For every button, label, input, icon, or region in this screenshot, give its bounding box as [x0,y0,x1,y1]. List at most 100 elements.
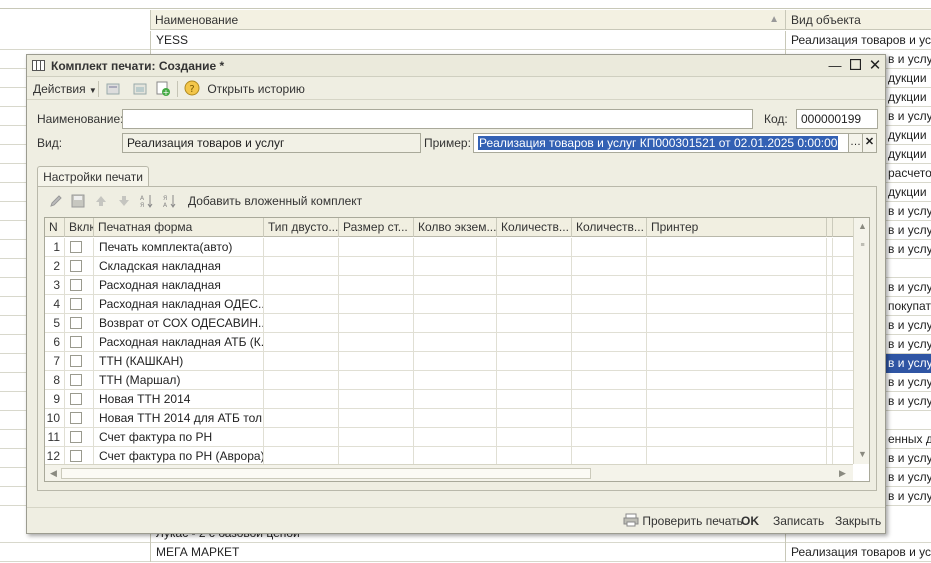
row-cell[interactable] [572,257,647,276]
grid-row[interactable]: 6 Расходная накладная АТБ (К... [45,333,853,352]
row-cell[interactable] [647,352,827,371]
enabled-checkbox[interactable] [70,260,82,272]
grid-row[interactable]: 3 Расходная накладная [45,276,853,295]
row-cell[interactable] [647,314,827,333]
open-history-button[interactable]: ? Открыть историю [184,80,305,98]
row-cell[interactable] [339,352,414,371]
move-down-icon[interactable] [116,193,132,209]
enabled-checkbox[interactable] [70,336,82,348]
grid-row[interactable]: 7 ТТН (КАШКАН) [45,352,853,371]
row-cell[interactable] [339,295,414,314]
enabled-checkbox[interactable] [70,393,82,405]
grid-row[interactable]: 10 Новая ТТН 2014 для АТБ тол... [45,409,853,428]
clear-button[interactable]: ✕ [862,133,877,153]
row-cell[interactable] [497,352,572,371]
structure-icon[interactable] [131,80,149,98]
enabled-checkbox[interactable] [70,298,82,310]
grid-header-col-page-size[interactable]: Размер ст... [339,218,414,237]
column-header-name[interactable]: Наименование ▲ [150,10,786,30]
row-cell[interactable] [264,352,339,371]
grid-row[interactable]: 9 Новая ТТН 2014 [45,390,853,409]
row-cell[interactable] [339,314,414,333]
row-cell[interactable] [647,257,827,276]
enabled-checkbox[interactable] [70,355,82,367]
row-cell[interactable] [497,295,572,314]
grid-row[interactable]: 11 Счет фактура по РН [45,428,853,447]
minimize-button[interactable]: — [827,58,843,74]
enabled-checkbox[interactable] [70,241,82,253]
grid-header-col-count-2[interactable]: Количеств... [572,218,647,237]
row-cell[interactable] [339,371,414,390]
actions-menu[interactable]: Действия ▼ [33,80,97,98]
row-cell[interactable] [647,238,827,257]
column-header-type[interactable]: Вид объекта [787,10,931,30]
grid-row[interactable]: 1 Печать комплекта(авто) [45,238,853,257]
row-cell[interactable] [572,238,647,257]
check-print-button[interactable]: Проверить печать [623,512,743,530]
row-cell[interactable] [827,390,833,409]
tab-print-settings[interactable]: Настройки печати [37,166,149,187]
grid-row[interactable]: 8 ТТН (Маршал) [45,371,853,390]
row-cell[interactable] [572,390,647,409]
row-cell[interactable] [414,352,497,371]
row-cell[interactable] [414,428,497,447]
row-cell[interactable] [647,333,827,352]
row-cell[interactable] [497,276,572,295]
save-icon[interactable] [70,193,86,209]
row-cell[interactable] [572,295,647,314]
row-cell[interactable] [827,238,833,257]
row-cell[interactable] [339,257,414,276]
row-cell[interactable] [827,428,833,447]
kind-field[interactable]: Реализация товаров и услуг [122,133,421,153]
row-cell[interactable] [414,333,497,352]
row-cell[interactable] [572,352,647,371]
row-cell[interactable] [414,409,497,428]
grid-header-col-duplex-type[interactable]: Тип двусто... [264,218,339,237]
row-cell[interactable] [497,409,572,428]
row-cell[interactable] [339,333,414,352]
post-doc-icon[interactable] [104,80,122,98]
grid-header-col-extra[interactable] [827,218,833,237]
scroll-down-icon[interactable]: ▼ [855,447,869,462]
row-cell[interactable] [414,238,497,257]
row-cell[interactable] [414,314,497,333]
row-cell[interactable] [497,333,572,352]
grid-vertical-scrollbar[interactable]: ▲ ≡ ▼ [853,218,869,464]
row-cell[interactable] [572,314,647,333]
row-cell[interactable] [827,257,833,276]
close-window-button[interactable]: ✕ [867,58,883,74]
grid-header-col-printer[interactable]: Принтер [647,218,827,237]
row-cell[interactable] [497,371,572,390]
ok-button[interactable]: OK [741,512,759,530]
row-cell[interactable] [497,428,572,447]
row-cell[interactable] [647,409,827,428]
example-field[interactable]: Реализация товаров и услуг КП000301521 о… [473,133,849,153]
row-cell[interactable] [497,314,572,333]
row-cell[interactable] [572,428,647,447]
code-field[interactable]: 000000199 [796,109,878,129]
row-cell[interactable] [264,390,339,409]
row-cell[interactable] [264,295,339,314]
row-cell[interactable] [497,390,572,409]
copy-doc-icon[interactable]: + [154,80,172,98]
background-list-row[interactable]: YESS Реализация товаров и услуг [0,31,931,50]
grid-header-col-copies[interactable]: Колво экзем... [414,218,497,237]
row-cell[interactable] [414,390,497,409]
enabled-checkbox[interactable] [70,317,82,329]
scroll-right-icon[interactable]: ▶ [835,466,850,481]
row-cell[interactable] [414,257,497,276]
name-field[interactable] [122,109,753,129]
row-cell[interactable] [264,371,339,390]
grid-header-col-print-form[interactable]: Печатная форма [94,218,264,237]
enabled-checkbox[interactable] [70,450,82,462]
horizontal-scroll-thumb[interactable] [61,468,591,479]
grid-header-col-enabled[interactable]: Включ... [65,218,94,237]
row-cell[interactable] [264,276,339,295]
row-cell[interactable] [339,428,414,447]
enabled-checkbox[interactable] [70,279,82,291]
row-cell[interactable] [827,333,833,352]
dialog-titlebar[interactable]: Комплект печати: Создание * — ✕ [27,55,885,77]
row-cell[interactable] [572,371,647,390]
enabled-checkbox[interactable] [70,374,82,386]
row-cell[interactable] [339,409,414,428]
